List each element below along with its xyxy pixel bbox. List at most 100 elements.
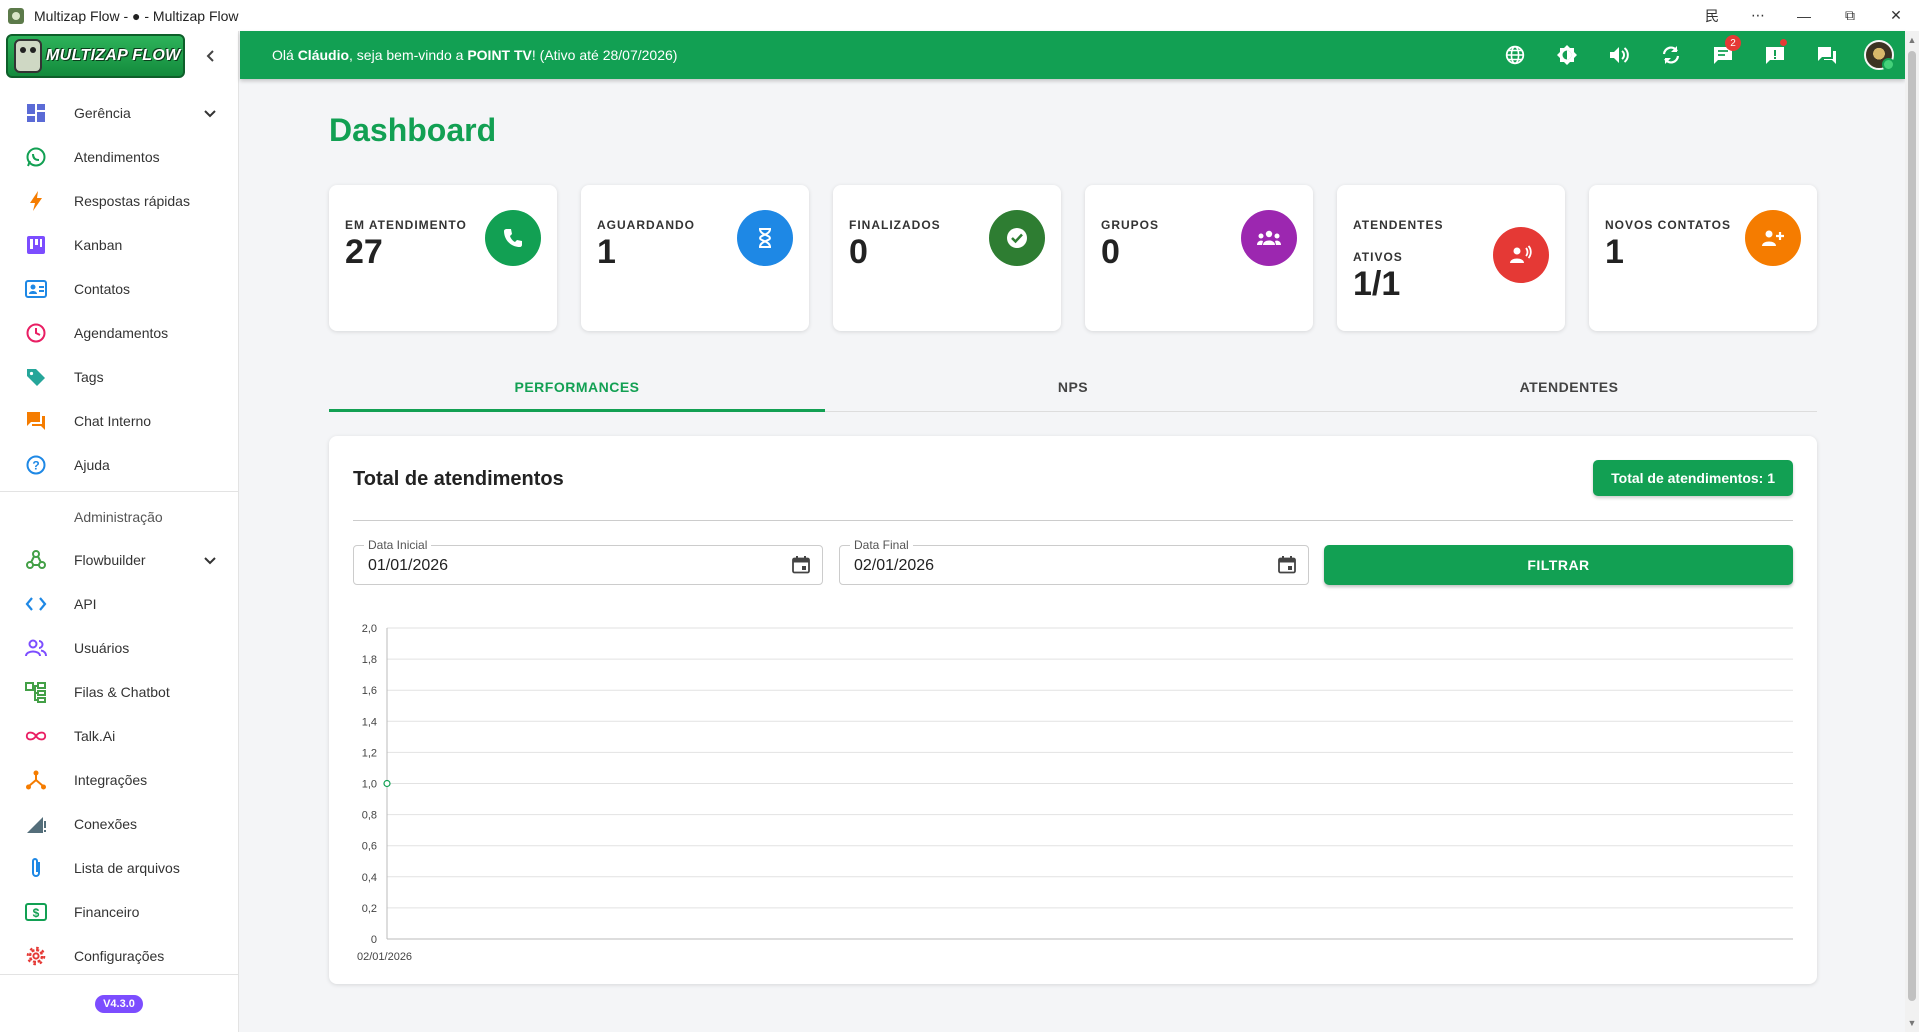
alert-icon[interactable] (1749, 31, 1801, 79)
date-start-value[interactable]: 01/01/2026 (368, 557, 448, 575)
sidebar-item-label: Integrações (74, 772, 148, 788)
logo-row: MULTIZAP FLOW (0, 31, 238, 81)
brightness-icon[interactable] (1541, 31, 1593, 79)
check-circle-icon (989, 210, 1045, 266)
close-button[interactable]: ✕ (1873, 0, 1919, 31)
sidebar-item-label: Atendimentos (74, 149, 160, 165)
date-start-field[interactable]: Data Inicial 01/01/2026 (353, 538, 823, 585)
refresh-icon[interactable] (1645, 31, 1697, 79)
nav-main: Gerência Atendimentos Respostas rápidas … (0, 91, 238, 487)
scroll-thumb[interactable] (1908, 51, 1916, 1001)
gear-icon (24, 944, 48, 968)
messages-icon[interactable]: 2 (1697, 31, 1749, 79)
volume-icon[interactable] (1593, 31, 1645, 79)
clock-icon (24, 321, 48, 345)
sidebar-item-kanban[interactable]: Kanban (0, 223, 238, 267)
y-tick-label: 1,4 (362, 716, 377, 728)
whatsapp-icon (24, 145, 48, 169)
person-add-icon (1745, 210, 1801, 266)
filter-button[interactable]: FILTRAR (1324, 545, 1793, 585)
vertical-scrollbar[interactable]: ▲ ▼ (1905, 31, 1919, 1032)
sidebar-item-financeiro[interactable]: $ Financeiro (0, 890, 238, 934)
chevron-down-icon[interactable] (200, 550, 220, 570)
sidebar-item-label: Ajuda (74, 457, 110, 473)
sidebar-item-flowbuilder[interactable]: Flowbuilder (0, 538, 238, 582)
tab-performances[interactable]: PERFORMANCES (329, 362, 825, 412)
scroll-down-arrow-icon[interactable]: ▼ (1905, 1016, 1919, 1030)
date-end-value[interactable]: 02/01/2026 (854, 557, 934, 575)
stat-cards: EM ATENDIMENTO 27 AGUARDANDO 1 FINALIZAD… (329, 185, 1817, 331)
sidebar-item-api[interactable]: API (0, 582, 238, 626)
y-tick-label: 0 (371, 934, 377, 946)
sidebar-item-label: Tags (74, 369, 104, 385)
sidebar-item-label: API (74, 596, 97, 612)
sidebar-item-agendamentos[interactable]: Agendamentos (0, 311, 238, 355)
sidebar-item-label: Gerência (74, 105, 131, 121)
card-title: ATENDENTES ATIVOS (1353, 218, 1444, 264)
card-title: NOVOS CONTATOS (1605, 218, 1732, 232)
sidebar-item-label: Filas & Chatbot (74, 684, 170, 700)
sidebar-item-label: Lista de arquivos (74, 860, 180, 876)
paperclip-icon (24, 856, 48, 880)
restore-button[interactable]: ⧉ (1827, 0, 1873, 31)
speaker-person-icon (1493, 227, 1549, 283)
sidebar: MULTIZAP FLOW Gerência Atendimentos Resp… (0, 31, 239, 1032)
sidebar-item-filas-chatbot[interactable]: Filas & Chatbot (0, 670, 238, 714)
version-badge: V4.3.0 (95, 994, 143, 1013)
calendar-icon[interactable] (790, 554, 812, 576)
logo-text: MULTIZAP FLOW (46, 47, 181, 64)
card-value: 0 (849, 233, 868, 271)
total-atendimentos-button[interactable]: Total de atendimentos: 1 (1593, 460, 1793, 496)
avatar-button[interactable] (1853, 31, 1905, 79)
sidebar-item-gerencia[interactable]: Gerência (0, 91, 238, 135)
sidebar-item-usuarios[interactable]: Usuários (0, 626, 238, 670)
more-icon[interactable]: ⋯ (1735, 0, 1781, 31)
flowbuilder-icon (24, 548, 48, 572)
logo[interactable]: MULTIZAP FLOW (6, 34, 185, 78)
minimize-button[interactable]: — (1781, 0, 1827, 31)
scroll-up-arrow-icon[interactable]: ▲ (1905, 33, 1919, 47)
sidebar-item-lista-de-arquivos[interactable]: Lista de arquivos (0, 846, 238, 890)
dashboard-icon (24, 101, 48, 125)
sidebar-item-label: Respostas rápidas (74, 193, 190, 209)
sidebar-item-configuracoes[interactable]: Configurações (0, 934, 238, 978)
sidebar-item-integracoes[interactable]: Integrações (0, 758, 238, 802)
calendar-icon[interactable] (1276, 554, 1298, 576)
window-title: Multizap Flow - ● - Multizap Flow (34, 7, 239, 24)
sidebar-item-label: Chat Interno (74, 413, 152, 429)
phone-icon (485, 210, 541, 266)
y-tick-label: 1,0 (362, 779, 377, 791)
tab-atendentes[interactable]: ATENDENTES (1321, 362, 1817, 411)
y-tick-label: 1,2 (362, 747, 377, 759)
sidebar-item-label: Usuários (74, 640, 130, 656)
greeting: Olá Cláudio, seja bem-vindo a POINT TV! … (272, 47, 677, 63)
card-value: 0 (1101, 233, 1120, 271)
window-controls: ⺠ ⋯ — ⧉ ✕ (1689, 0, 1919, 31)
sidebar-item-contatos[interactable]: Contatos (0, 267, 238, 311)
chevron-down-icon[interactable] (200, 103, 220, 123)
help-icon: ? (24, 453, 48, 477)
sidebar-item-atendimentos[interactable]: Atendimentos (0, 135, 238, 179)
kanban-icon (24, 233, 48, 257)
chat-icon[interactable] (1801, 31, 1853, 79)
tab-nps[interactable]: NPS (825, 362, 1321, 411)
sidebar-item-label: Flowbuilder (74, 552, 146, 568)
sidebar-item-chat-interno[interactable]: Chat Interno (0, 399, 238, 443)
cast-icon[interactable]: ⺠ (1689, 0, 1735, 31)
messages-badge: 2 (1725, 35, 1741, 51)
sidebar-item-ajuda[interactable]: ? Ajuda (0, 443, 238, 487)
sidebar-item-label: Contatos (74, 281, 131, 297)
sidebar-item-label: Kanban (74, 237, 123, 253)
y-tick-label: 0,4 (362, 872, 377, 884)
sidebar-item-conexoes[interactable]: Conexões (0, 802, 238, 846)
sidebar-item-respostas-rapidas[interactable]: Respostas rápidas (0, 179, 238, 223)
user-name: Cláudio (297, 47, 350, 63)
sidebar-item-tags[interactable]: Tags (0, 355, 238, 399)
card-value: 1/1 (1353, 265, 1401, 303)
card-grupos: GRUPOS 0 (1085, 185, 1313, 331)
date-end-field[interactable]: Data Final 02/01/2026 (839, 538, 1309, 585)
globe-icon[interactable] (1489, 31, 1541, 79)
topbar: Olá Cláudio, seja bem-vindo a POINT TV! … (240, 31, 1905, 79)
sidebar-item-talk-ai[interactable]: Talk.Ai (0, 714, 238, 758)
collapse-sidebar-button[interactable] (200, 45, 222, 67)
